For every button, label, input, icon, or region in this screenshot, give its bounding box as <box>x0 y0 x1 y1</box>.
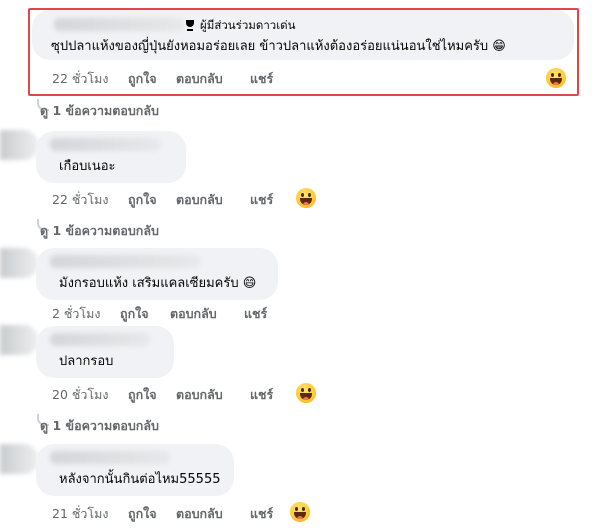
comment-section: ซุปปลาแห้งของญี่ปุ่นยังหอมอร่อยเลย ข้าวป… <box>0 0 612 530</box>
comment-text: มังกรอบแห้ง เสริมแคลเซียมครับ 😄 <box>59 276 257 291</box>
avatar[interactable] <box>0 130 38 160</box>
comment-time[interactable]: 2 ชั่วโมง <box>52 304 101 324</box>
like-button[interactable]: ถูกใจ <box>120 304 149 324</box>
comment-time[interactable]: 20 ชั่วโมง <box>52 385 108 405</box>
comment-actions: 21 ชั่วโมง ถูกใจ ตอบกลับ แชร์ <box>52 504 312 522</box>
comment-bubble: ปลากรอบ <box>36 326 174 378</box>
view-replies-link[interactable]: ดู 1 ข้อความตอบกลับ <box>40 101 159 121</box>
avatar[interactable] <box>0 444 38 474</box>
grinning-squint-emoji-icon[interactable] <box>296 188 316 208</box>
share-button[interactable]: แชร์ <box>250 385 273 405</box>
commenter-name-blurred <box>50 451 170 464</box>
comment-text: เกือบเนอะ <box>59 159 116 174</box>
share-button[interactable]: แชร์ <box>250 504 273 524</box>
comment-bubble: มังกรอบแห้ง เสริมแคลเซียมครับ 😄 <box>36 248 278 300</box>
grinning-squint-emoji-icon[interactable] <box>290 502 310 522</box>
reply-button[interactable]: ตอบกลับ <box>176 190 223 210</box>
avatar[interactable] <box>0 248 38 278</box>
comment-text: หลังจากนั้นกินต่อไหม55555 <box>59 472 221 487</box>
reply-button[interactable]: ตอบกลับ <box>176 385 223 405</box>
view-replies-link[interactable]: ดู 1 ข้อความตอบกลับ <box>40 221 159 241</box>
commenter-name-blurred <box>50 138 160 151</box>
comment-bubble: หลังจากนั้นกินต่อไหม55555 <box>36 444 234 496</box>
like-button[interactable]: ถูกใจ <box>128 385 157 405</box>
comment-text: ปลากรอบ <box>59 354 114 369</box>
commenter-name-blurred <box>50 255 200 268</box>
comment-bubble: เกือบเนอะ <box>36 131 186 183</box>
comment-time[interactable]: 22 ชั่วโมง <box>52 190 108 210</box>
highlight-frame <box>28 8 579 96</box>
grinning-squint-emoji-icon[interactable] <box>296 383 316 403</box>
share-button[interactable]: แชร์ <box>250 190 273 210</box>
reply-button[interactable]: ตอบกลับ <box>176 504 223 524</box>
avatar[interactable] <box>0 325 38 355</box>
comment-actions: 2 ชั่วโมง ถูกใจ ตอบกลับ แชร์ <box>52 304 302 322</box>
view-replies-link[interactable]: ดู 1 ข้อความตอบกลับ <box>40 416 159 436</box>
comment-actions: 20 ชั่วโมง ถูกใจ ตอบกลับ แชร์ <box>52 385 312 403</box>
comment-time[interactable]: 21 ชั่วโมง <box>52 504 108 524</box>
comment-actions: 22 ชั่วโมง ถูกใจ ตอบกลับ แชร์ <box>52 190 312 208</box>
reply-button[interactable]: ตอบกลับ <box>170 304 217 324</box>
like-button[interactable]: ถูกใจ <box>128 190 157 210</box>
share-button[interactable]: แชร์ <box>244 304 267 324</box>
commenter-name-blurred <box>50 333 150 346</box>
like-button[interactable]: ถูกใจ <box>128 504 157 524</box>
